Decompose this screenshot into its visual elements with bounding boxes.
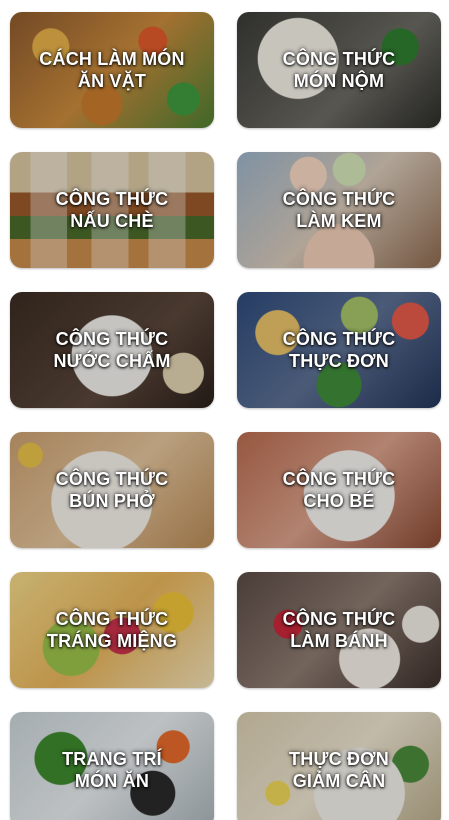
category-label: CÔNG THỨC NƯỚC CHẤM (53, 329, 171, 371)
category-label: CÔNG THỨC NẤU CHÈ (55, 189, 169, 231)
category-tile-lam-banh[interactable]: CÔNG THỨC LÀM BÁNH (237, 572, 441, 688)
category-label: CÁCH LÀM MÓN ĂN VẶT (39, 49, 185, 91)
category-label: CÔNG THỨC LÀM BÁNH (282, 609, 396, 651)
category-label: CÔNG THỨC THỰC ĐƠN (282, 329, 396, 371)
category-tile-cho-be[interactable]: CÔNG THỨC CHO BÉ (237, 432, 441, 548)
category-tile-trang-mieng[interactable]: CÔNG THỨC TRÁNG MIỆNG (10, 572, 214, 688)
recipe-category-grid: CÁCH LÀM MÓN ĂN VẶT CÔNG THỨC MÓN NỘM CÔ… (0, 0, 449, 820)
category-label: CÔNG THỨC BÚN PHỞ (55, 469, 169, 511)
category-label: CÔNG THỨC TRÁNG MIỆNG (46, 609, 178, 651)
category-tile-nuoc-cham[interactable]: CÔNG THỨC NƯỚC CHẤM (10, 292, 214, 408)
category-tile-thuc-don[interactable]: CÔNG THỨC THỰC ĐƠN (237, 292, 441, 408)
category-label: THỰC ĐƠN GIẢM CÂN (289, 749, 389, 791)
category-label: TRANG TRÍ MÓN ĂN (62, 749, 162, 791)
category-tile-nau-che[interactable]: CÔNG THỨC NẤU CHÈ (10, 152, 214, 268)
category-tile-mon-nom[interactable]: CÔNG THỨC MÓN NỘM (237, 12, 441, 128)
category-label: CÔNG THỨC CHO BÉ (282, 469, 396, 511)
category-label: CÔNG THỨC LÀM KEM (282, 189, 396, 231)
category-tile-trang-tri[interactable]: TRANG TRÍ MÓN ĂN (10, 712, 214, 820)
category-label: CÔNG THỨC MÓN NỘM (282, 49, 396, 91)
category-tile-giam-can[interactable]: THỰC ĐƠN GIẢM CÂN (237, 712, 441, 820)
category-tile-bun-pho[interactable]: CÔNG THỨC BÚN PHỞ (10, 432, 214, 548)
category-tile-lam-kem[interactable]: CÔNG THỨC LÀM KEM (237, 152, 441, 268)
category-tile-an-vat[interactable]: CÁCH LÀM MÓN ĂN VẶT (10, 12, 214, 128)
